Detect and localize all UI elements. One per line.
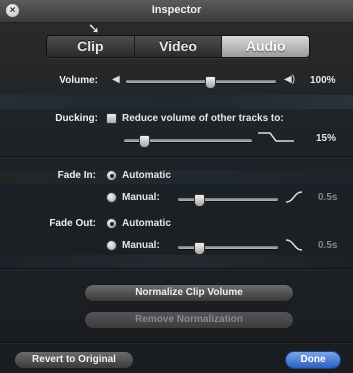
- title-bar: × Inspector: [0, 0, 353, 23]
- tab-clip[interactable]: Clip: [47, 36, 135, 57]
- duck-curve-icon: [258, 132, 294, 142]
- fade-out-automatic-radio[interactable]: [106, 218, 117, 229]
- ducking-checkbox-label: Reduce volume of other tracks to:: [122, 113, 284, 124]
- ducking-slider[interactable]: [124, 135, 252, 148]
- fade-in-manual-radio[interactable]: [106, 192, 117, 203]
- inspector-panel: × Inspector ➘ Clip Video Audio Volume: ◀…: [0, 0, 353, 373]
- volume-label: Volume:: [59, 75, 98, 86]
- fade-out-manual-label: Manual:: [122, 240, 160, 251]
- inspector-tabs: Clip Video Audio: [46, 35, 310, 58]
- fade-out-manual-radio[interactable]: [106, 240, 117, 251]
- background-video-strip: [0, 255, 353, 269]
- ducking-slider-knob[interactable]: [139, 135, 151, 148]
- fade-in-curve-icon: [285, 191, 303, 203]
- done-button[interactable]: Done: [285, 351, 341, 369]
- section-divider: [0, 156, 353, 157]
- fade-in-label: Fade In:: [57, 170, 96, 181]
- fade-out-curve-icon: [285, 239, 303, 251]
- volume-slider[interactable]: [126, 76, 276, 89]
- volume-slider-knob[interactable]: [204, 76, 216, 89]
- ducking-value: 15%: [316, 133, 337, 144]
- fade-in-manual-label: Manual:: [122, 192, 160, 203]
- section-divider: [0, 342, 353, 343]
- fade-in-slider[interactable]: [178, 194, 278, 207]
- remove-normalization-button[interactable]: Remove Normalization: [84, 311, 294, 329]
- section-divider: [0, 268, 353, 269]
- ducking-checkbox[interactable]: [106, 113, 117, 124]
- speaker-high-icon: ◀): [284, 74, 296, 85]
- fade-in-value: 0.5s: [318, 192, 338, 203]
- window-title: Inspector: [151, 4, 202, 16]
- tab-audio[interactable]: Audio: [222, 36, 309, 57]
- ducking-label: Ducking:: [55, 113, 98, 124]
- fade-in-slider-knob[interactable]: [194, 194, 205, 207]
- revert-to-original-button[interactable]: Revert to Original: [14, 351, 134, 369]
- fade-out-slider[interactable]: [178, 242, 278, 255]
- normalize-clip-volume-button[interactable]: Normalize Clip Volume: [84, 284, 294, 302]
- volume-value: 100%: [310, 75, 336, 86]
- background-video-strip: [0, 95, 353, 109]
- fade-in-automatic-label: Automatic: [122, 170, 171, 181]
- fade-out-value: 0.5s: [318, 240, 338, 251]
- tab-video[interactable]: Video: [134, 36, 223, 57]
- fade-in-automatic-radio[interactable]: [106, 170, 117, 181]
- fade-out-slider-knob[interactable]: [194, 242, 205, 255]
- fade-out-label: Fade Out:: [49, 218, 96, 229]
- speaker-low-icon: ◀: [112, 74, 120, 85]
- fade-out-automatic-label: Automatic: [122, 218, 171, 229]
